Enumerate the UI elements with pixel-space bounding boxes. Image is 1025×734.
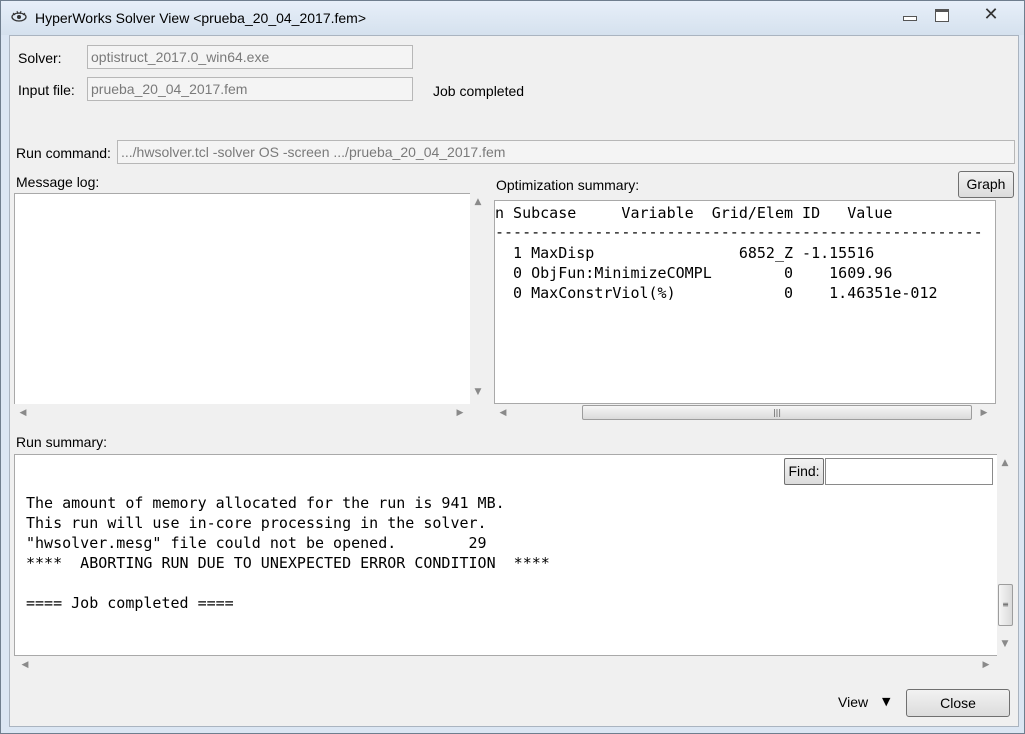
optimization-row: 0 ObjFun:MinimizeCOMPL 0 1609.96 [495,264,893,282]
dialog-body: Solver: optistruct_2017.0_win64.exe Inpu… [9,35,1019,727]
optimization-row: 1 MaxDisp 6852_Z -1.15516 [495,244,875,262]
message-log-label: Message log: [16,174,100,190]
chevron-down-icon: ▼ [882,695,891,708]
optimization-summary-table[interactable]: n Subcase Variable Grid/Elem ID Value --… [494,200,996,404]
horizontal-scroll-thumb[interactable]: ||| [582,405,972,420]
input-file-label: Input file: [18,82,75,98]
window-title: HyperWorks Solver View <prueba_20_04_201… [35,10,367,26]
graph-button[interactable]: Graph [958,171,1014,198]
message-log-vscrollbar[interactable]: ▲ ▼ [470,193,487,403]
optimization-separator: ----------------------------------------… [495,223,983,241]
run-summary-line: The amount of memory allocated for the r… [26,494,505,512]
close-icon: ✕ [983,4,999,25]
scroll-right-icon[interactable]: ▶ [978,408,990,418]
input-file-field: prueba_20_04_2017.fem [87,77,413,101]
message-log-area[interactable] [14,193,470,405]
title-bar[interactable]: HyperWorks Solver View <prueba_20_04_201… [1,1,1024,35]
job-status-text: Job completed [433,83,525,99]
run-summary-line: **** ABORTING RUN DUE TO UNEXPECTED ERRO… [26,554,550,572]
scroll-down-icon[interactable]: ▼ [472,387,484,397]
optimization-hscrollbar[interactable]: ◀ ||| ▶ [494,404,996,421]
scroll-right-icon[interactable]: ▶ [454,408,466,418]
minimize-icon [903,16,917,21]
find-button[interactable]: Find: [784,458,824,485]
hyperworks-eye-icon [10,10,28,24]
run-summary-label: Run summary: [16,434,108,450]
find-input[interactable] [825,458,993,485]
run-command-field: .../hwsolver.tcl -solver OS -screen .../… [117,140,1015,164]
scroll-down-icon[interactable]: ▼ [999,639,1011,649]
vertical-scroll-thumb[interactable]: ≡ [998,584,1013,626]
optimization-row: 0 MaxConstrViol(%) 0 1.46351e-012 [495,284,938,302]
scroll-up-icon[interactable]: ▲ [472,197,484,207]
maximize-button[interactable] [929,4,955,26]
scroll-right-icon[interactable]: ▶ [980,660,992,670]
optimization-vscrollbar[interactable] [996,200,1013,404]
run-command-label: Run command: [16,145,111,161]
scroll-left-icon[interactable]: ◀ [17,408,29,418]
run-summary-line: "hwsolver.mesg" file could not be opened… [26,534,487,552]
optimization-summary-label: Optimization summary: [496,177,640,193]
run-summary-vscrollbar[interactable]: ▲ ≡ ▼ [997,454,1014,656]
optimization-header: n Subcase Variable Grid/Elem ID Value [495,204,893,222]
scroll-left-icon[interactable]: ◀ [19,660,31,670]
maximize-icon [935,9,949,22]
solver-view-window: HyperWorks Solver View <prueba_20_04_201… [0,0,1025,734]
message-log-hscrollbar[interactable]: ◀ ▶ [14,404,470,421]
view-label: View [838,694,869,710]
window-close-button[interactable]: ✕ [967,4,1015,26]
scroll-left-icon[interactable]: ◀ [497,408,509,418]
scroll-up-icon[interactable]: ▲ [999,458,1011,468]
solver-label: Solver: [18,50,62,66]
close-button[interactable]: Close [906,689,1010,717]
run-summary-line: ==== Job completed ==== [26,594,234,612]
run-summary-area[interactable]: The amount of memory allocated for the r… [14,454,997,656]
run-summary-line: This run will use in-core processing in … [26,514,487,532]
run-summary-hscrollbar[interactable]: ◀ ▶ [14,656,997,673]
minimize-button[interactable] [898,4,922,26]
solver-field: optistruct_2017.0_win64.exe [87,45,413,69]
